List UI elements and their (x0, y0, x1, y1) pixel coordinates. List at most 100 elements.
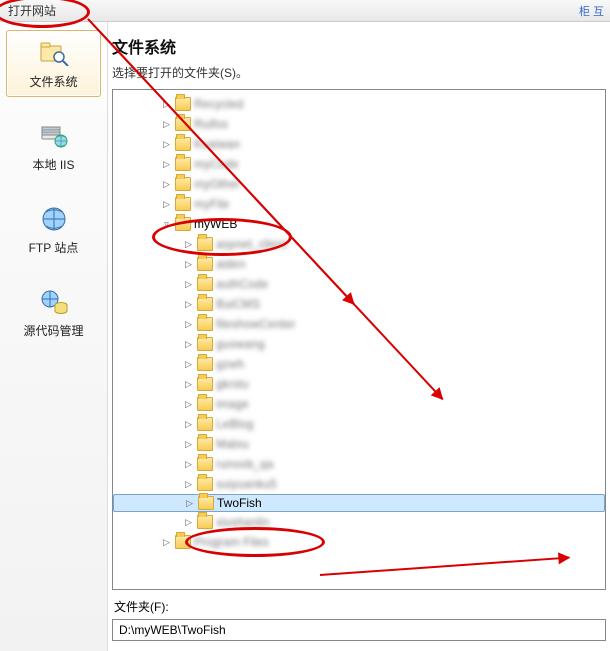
tree-node-label: gzwh (216, 357, 244, 371)
tree-node-label: BuiCMS (216, 297, 260, 311)
sidebar: 文件系统 本地 IIS FTP 站点 源代码管理 (0, 22, 108, 651)
open-website-dialog: 打开网站 柜 互 文件系统 本地 IIS FTP 站点 (0, 0, 610, 651)
expand-icon[interactable]: ▷ (161, 119, 172, 130)
folder-search-icon (38, 37, 70, 69)
tree-node[interactable]: ▷ Malou (113, 434, 605, 454)
tree-node[interactable]: ▷xiushanlin (113, 512, 605, 532)
tree-node[interactable]: ▷ gkrstu (113, 374, 605, 394)
tree-node-label: image (216, 397, 249, 411)
folder-icon (197, 437, 213, 451)
folder-icon (175, 217, 191, 231)
tree-node-label: Program Files (194, 535, 269, 549)
server-globe-icon (38, 120, 70, 152)
sidebar-item-file-system[interactable]: 文件系统 (6, 30, 101, 97)
title-bar: 打开网站 柜 互 (0, 0, 610, 22)
folder-icon (197, 477, 213, 491)
tree-node[interactable]: ▷ gzwh (113, 354, 605, 374)
tree-node[interactable]: ▷myCode (113, 154, 605, 174)
main-panel: 文件系统 选择要打开的文件夹(S)。 ▷Recycled▷Ruifos▷Kuai… (108, 22, 610, 651)
tree-node-label: suiyuanku5 (216, 477, 277, 491)
expand-icon[interactable]: ▷ (161, 199, 172, 210)
expand-icon[interactable]: ▷ (161, 537, 172, 548)
tree-node[interactable]: ▷ aiden (113, 254, 605, 274)
expand-icon[interactable]: ▷ (183, 379, 194, 390)
expand-icon[interactable]: ▷ (183, 279, 194, 290)
folder-icon (197, 417, 213, 431)
expand-icon[interactable]: ▷ (183, 239, 194, 250)
tree-node-label: TwoFish (217, 496, 262, 510)
sidebar-item-ftp-site[interactable]: FTP 站点 (6, 196, 101, 263)
tree-node-label: aspnet_client (216, 237, 287, 251)
tree-node[interactable]: ▷ guowang (113, 334, 605, 354)
folder-icon (197, 337, 213, 351)
globe-db-icon (38, 286, 70, 318)
folder-icon (197, 377, 213, 391)
tree-node[interactable]: ▷ LeBlog (113, 414, 605, 434)
tree-node[interactable]: ▷Kuaiwan (113, 134, 605, 154)
expand-icon[interactable]: ▷ (183, 479, 194, 490)
folder-icon (197, 317, 213, 331)
tree-node-label: Ruifos (194, 117, 228, 131)
folder-icon (198, 496, 214, 510)
tree-node[interactable]: ▷ Program Files (113, 532, 605, 552)
tree-node[interactable]: ▷ TwoFish (113, 494, 605, 512)
folder-path-input[interactable] (112, 619, 606, 641)
expand-icon[interactable]: ▷ (183, 399, 194, 410)
expand-icon[interactable]: ▷ (183, 517, 194, 528)
tree-node-label: myFile (194, 197, 229, 211)
folder-icon (175, 535, 191, 549)
folder-icon (175, 177, 191, 191)
folder-icon (197, 515, 213, 529)
expand-icon[interactable]: ▷ (183, 359, 194, 370)
tree-node-label: authCode (216, 277, 268, 291)
folder-tree[interactable]: ▷Recycled▷Ruifos▷Kuaiwan▷myCode▷myOther▷… (112, 89, 606, 590)
expand-icon[interactable]: ▷ (183, 299, 194, 310)
folder-icon (175, 157, 191, 171)
sidebar-item-local-iis[interactable]: 本地 IIS (6, 113, 101, 180)
folder-icon (197, 357, 213, 371)
folder-icon (197, 257, 213, 271)
folder-icon (197, 277, 213, 291)
tree-node[interactable]: ▷ myFile (113, 194, 605, 214)
main-title: 文件系统 (112, 34, 606, 58)
expand-icon[interactable]: ▷ (161, 179, 172, 190)
tree-node[interactable]: ▿ myWEB (113, 214, 605, 234)
tree-node[interactable]: ▷ aspnet_client (113, 234, 605, 254)
path-label: 文件夹(F): (112, 594, 606, 619)
tree-node-label: Malou (216, 437, 249, 451)
expand-icon[interactable]: ▷ (183, 459, 194, 470)
folder-icon (197, 397, 213, 411)
folder-icon (175, 137, 191, 151)
tree-node-label: runoob_qa (216, 457, 273, 471)
expand-icon[interactable]: ▷ (161, 159, 172, 170)
expand-icon[interactable]: ▷ (183, 259, 194, 270)
tree-node[interactable]: ▷ fileshowCenter (113, 314, 605, 334)
folder-icon (197, 297, 213, 311)
tree-node-label: fileshowCenter (216, 317, 295, 331)
tree-node-label: LeBlog (216, 417, 253, 431)
tree-node-label: guowang (216, 337, 265, 351)
window-title: 打开网站 (8, 2, 56, 19)
expand-icon[interactable]: ▷ (184, 498, 195, 509)
expand-icon[interactable]: ▷ (183, 439, 194, 450)
expand-icon[interactable]: ▷ (161, 139, 172, 150)
tree-node[interactable]: ▷ authCode (113, 274, 605, 294)
expand-icon[interactable]: ▷ (183, 339, 194, 350)
folder-icon (197, 457, 213, 471)
expand-icon[interactable]: ▷ (183, 419, 194, 430)
tree-node-label: gkrstu (216, 377, 249, 391)
sidebar-item-source-control[interactable]: 源代码管理 (6, 279, 101, 346)
tree-node[interactable]: ▷ runoob_qa (113, 454, 605, 474)
expand-icon[interactable]: ▷ (183, 319, 194, 330)
folder-icon (175, 197, 191, 211)
collapse-icon[interactable]: ▿ (161, 219, 172, 230)
tree-node[interactable]: ▷Recycled (113, 94, 605, 114)
tree-node[interactable]: ▷ image (113, 394, 605, 414)
tree-node-label: myWEB (194, 217, 237, 231)
tree-node-label: Recycled (194, 97, 243, 111)
tree-node-label: aiden (216, 257, 245, 271)
tree-node[interactable]: ▷ suiyuanku5 (113, 474, 605, 494)
sidebar-item-label: FTP 站点 (29, 239, 79, 256)
sidebar-item-label: 源代码管理 (23, 322, 83, 339)
tree-node[interactable]: ▷myOther (113, 174, 605, 194)
